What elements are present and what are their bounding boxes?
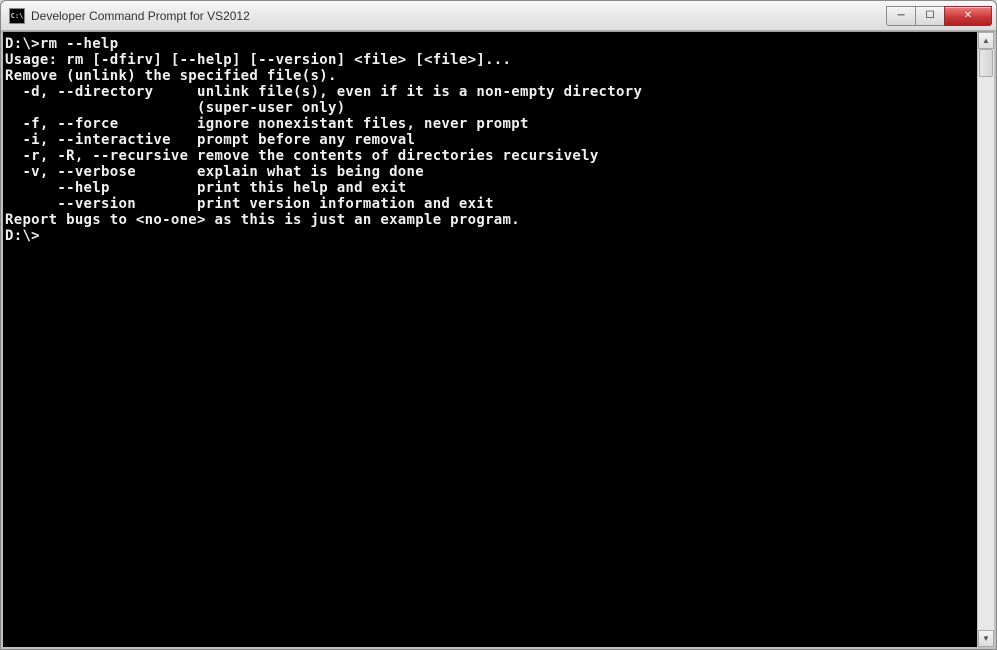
maximize-button[interactable]: ☐ <box>915 6 945 26</box>
terminal-line: (super-user only) <box>5 100 977 116</box>
cmd-icon: C:\ <box>9 8 25 24</box>
arrow-down-icon: ▼ <box>982 634 990 643</box>
vertical-scrollbar[interactable]: ▲ ▼ <box>977 32 994 647</box>
scroll-track[interactable] <box>978 49 994 630</box>
terminal-line: D:\>rm --help <box>5 36 977 52</box>
maximize-icon: ☐ <box>926 10 935 21</box>
terminal-line: -r, -R, --recursive remove the contents … <box>5 148 977 164</box>
scroll-up-button[interactable]: ▲ <box>978 32 994 49</box>
terminal-line: --help print this help and exit <box>5 180 977 196</box>
close-icon: ✕ <box>964 10 972 21</box>
terminal-line: Report bugs to <no-one> as this is just … <box>5 212 977 228</box>
terminal-output[interactable]: D:\>rm --helpUsage: rm [-dfirv] [--help]… <box>3 32 977 647</box>
minimize-button[interactable]: ─ <box>886 6 916 26</box>
terminal-frame: D:\>rm --helpUsage: rm [-dfirv] [--help]… <box>1 31 996 649</box>
close-button[interactable]: ✕ <box>944 6 992 26</box>
terminal-line: D:\> <box>5 228 977 244</box>
terminal-line: -i, --interactive prompt before any remo… <box>5 132 977 148</box>
titlebar[interactable]: C:\ Developer Command Prompt for VS2012 … <box>1 1 996 31</box>
window-frame: C:\ Developer Command Prompt for VS2012 … <box>0 0 997 650</box>
terminal-line: -d, --directory unlink file(s), even if … <box>5 84 977 100</box>
scroll-thumb[interactable] <box>979 49 993 77</box>
window-title: Developer Command Prompt for VS2012 <box>31 9 887 23</box>
terminal-line: Usage: rm [-dfirv] [--help] [--version] … <box>5 52 977 68</box>
terminal-line: Remove (unlink) the specified file(s). <box>5 68 977 84</box>
scroll-down-button[interactable]: ▼ <box>978 630 994 647</box>
terminal-line: --version print version information and … <box>5 196 977 212</box>
minimize-icon: ─ <box>897 10 904 21</box>
arrow-up-icon: ▲ <box>982 36 990 45</box>
window-controls: ─ ☐ ✕ <box>887 6 992 26</box>
terminal-line: -f, --force ignore nonexistant files, ne… <box>5 116 977 132</box>
terminal-line: -v, --verbose explain what is being done <box>5 164 977 180</box>
